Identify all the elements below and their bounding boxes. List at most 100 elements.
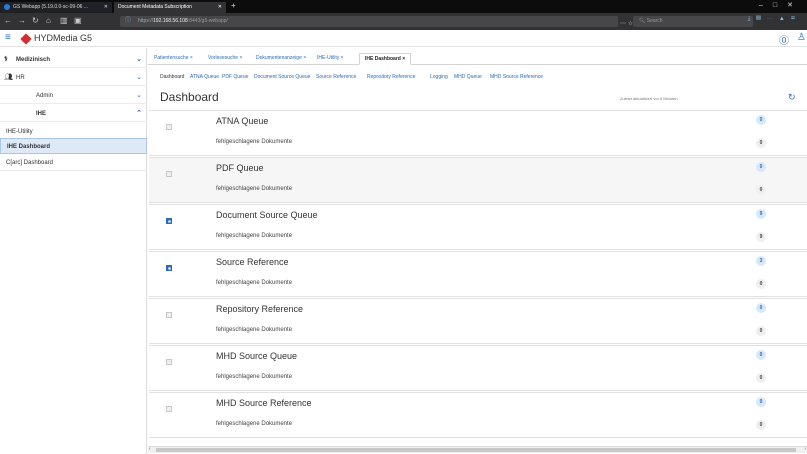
subnav-atna-queue[interactable]: ATNA Queue — [190, 74, 219, 80]
subnav-source-reference[interactable]: Source Reference — [316, 74, 356, 80]
sidebar-item-ihe-dashboard[interactable]: IHE Dashboard — [0, 138, 147, 154]
subnav-logging[interactable]: Logging — [430, 74, 448, 80]
expand-checkbox[interactable] — [166, 171, 172, 177]
tab-ihe-utility[interactable]: IHE-Utility × — [315, 53, 346, 65]
sidebar-item-admin[interactable]: Admin ⌄ — [0, 88, 147, 104]
tab-dokumentenanzeige[interactable]: Dokumentenanzeige × — [254, 53, 308, 65]
failed-count-badge: 9 — [756, 232, 766, 242]
reload-icon[interactable]: ↻ — [32, 16, 39, 25]
scroll-right-icon[interactable]: › — [804, 446, 806, 452]
count-badge: 9 — [756, 209, 766, 219]
card-subtitle: fehlgeschlagene Dokumente — [216, 327, 293, 333]
help-icon[interactable]: ⓪ — [779, 32, 789, 47]
chevron-down-icon: ⌄ — [136, 92, 142, 99]
users-icon: 👥︎ — [4, 74, 13, 81]
window-controls[interactable]: –□✕ — [759, 1, 803, 9]
search-placeholder: Search — [646, 18, 663, 24]
forward-icon[interactable]: → — [18, 16, 26, 25]
card-subtitle: fehlgeschlagene Dokumente — [216, 374, 293, 380]
browser-tab-label: GS Webapp (5.19.0.0-sc-09-06 ... — [13, 4, 88, 10]
tab-ihe-dashboard[interactable]: IHE Dashboard × — [359, 53, 412, 65]
browser-navbar: ← → ↻ ⌂ ▥ ▣ ⓘ https://192.168.56.108:844… — [0, 13, 807, 30]
sidebar-item-label: IHE Dashboard — [7, 144, 51, 150]
hamburger-menu-icon[interactable]: ≡ — [5, 33, 11, 43]
card-title: MHD Source Queue — [216, 351, 298, 361]
queue-card-pdf: PDF Queue fehlgeschlagene Dokumente 0 0 — [149, 157, 807, 203]
subnav-mhd-source-reference[interactable]: MHD Source Reference — [490, 74, 543, 80]
scroll-left-icon[interactable]: ‹ — [149, 446, 151, 452]
count-badge: 0 — [756, 303, 766, 313]
lock-icon: ⓘ — [125, 18, 132, 24]
card-title: ATNA Queue — [216, 116, 269, 126]
failed-count-badge: 0 — [756, 326, 766, 336]
url-path: :8443/g5-webapp/ — [187, 18, 228, 24]
queue-card-mhd-source-reference: MHD Source Reference fehlgeschlagene Dok… — [149, 392, 807, 438]
extension-icon[interactable]: ▣ — [74, 16, 82, 25]
subnav-mhd-queue[interactable]: MHD Queue — [454, 74, 482, 80]
sidebar-item-label: IHE — [36, 111, 47, 117]
refresh-icon[interactable]: ↻ — [788, 92, 796, 103]
back-icon[interactable]: ← — [4, 16, 12, 25]
sidebar-item-label: Medizinisch — [16, 57, 51, 63]
queue-card-repository-reference: Repository Reference fehlgeschlagene Dok… — [149, 298, 807, 344]
home-icon[interactable]: ⌂ — [46, 16, 51, 25]
card-subtitle: fehlgeschlagene Dokumente — [216, 139, 293, 145]
expand-checkbox[interactable] — [166, 124, 172, 130]
tab-vorlesesuche[interactable]: Vorlesesuche × — [206, 53, 244, 65]
library-icon[interactable]: ▥ — [60, 16, 68, 25]
subnav-document-source-queue[interactable]: Document Source Queue — [254, 74, 310, 80]
expand-checkbox[interactable] — [166, 406, 172, 412]
count-badge: 0 — [756, 397, 766, 407]
horizontal-scrollbar[interactable]: ‹ › — [148, 446, 807, 453]
app-header: ≡ HYDMedia G5 ⓪ ♙ — [0, 30, 807, 47]
sidebar: ⚕ Medizinisch ⌄ 👥︎ HR ⌄ Admin ⌄ IHE ⌃ IH… — [0, 48, 147, 454]
browser-tab-metadata[interactable]: Document Metadata Subscription ✕ — [114, 2, 226, 13]
url-host: 192.168.56.108 — [153, 18, 188, 24]
failed-count-badge: 0 — [756, 420, 766, 430]
subnav-repository-reference[interactable]: Repository Reference — [367, 74, 415, 80]
count-badge: 3 — [756, 256, 766, 266]
sidebar-item-carc-dashboard[interactable]: C[arc] Dashboard — [0, 155, 147, 171]
search-input[interactable]: 🔍︎ Search — [633, 16, 753, 27]
card-title: PDF Queue — [216, 163, 264, 173]
favicon-icon — [4, 3, 10, 10]
url-bar[interactable]: ⓘ https://192.168.56.108:8443/g5-webapp/… — [120, 16, 633, 27]
page-title: Dashboard — [160, 90, 219, 104]
queue-card-source-reference: Source Reference fehlgeschlagene Dokumen… — [149, 251, 807, 297]
subnav-dashboard[interactable]: Dashboard — [160, 74, 184, 80]
sidebar-item-label: C[arc] Dashboard — [6, 160, 54, 166]
tab-patientensuche[interactable]: Patientensuche × — [152, 53, 195, 65]
scrollbar-thumb[interactable] — [156, 448, 796, 452]
chevron-down-icon: ⌄ — [136, 74, 142, 81]
expand-checkbox[interactable] — [166, 312, 172, 318]
toolbar-icons[interactable]: ⤓▥⋯▲✉ — [748, 16, 801, 23]
new-tab-icon[interactable]: + — [231, 1, 236, 10]
queue-card-document-source: Document Source Queue fehlgeschlagene Do… — [149, 204, 807, 250]
sidebar-item-label: Admin — [36, 93, 54, 99]
search-icon: 🔍︎ — [639, 18, 646, 24]
sidebar-item-label: IHE-Utility — [6, 129, 33, 135]
sidebar-item-medizinisch[interactable]: ⚕ Medizinisch ⌄ — [0, 52, 147, 68]
subnav-pdf-queue[interactable]: PDF Queue — [222, 74, 248, 80]
count-badge: 0 — [756, 350, 766, 360]
close-icon[interactable]: ✕ — [218, 2, 222, 13]
bookmark-star-icon[interactable]: ⋯ ☆ — [620, 19, 633, 30]
expand-checkbox[interactable] — [166, 265, 172, 271]
expand-checkbox[interactable] — [166, 359, 172, 365]
chevron-down-icon: ⌄ — [136, 56, 142, 63]
failed-count-badge: 0 — [756, 138, 766, 148]
browser-tab-g5-webapp[interactable]: GS Webapp (5.19.0.0-sc-09-06 ... ✕ — [0, 2, 112, 13]
close-icon[interactable]: ✕ — [104, 2, 108, 13]
card-title: Document Source Queue — [216, 210, 318, 220]
card-title: Repository Reference — [216, 304, 304, 314]
browser-tab-label: Document Metadata Subscription — [118, 4, 192, 10]
expand-checkbox[interactable] — [166, 218, 172, 224]
user-icon[interactable]: ♙ — [797, 32, 806, 43]
medical-icon: ⚕ — [4, 56, 8, 63]
browser-tabbar: GS Webapp (5.19.0.0-sc-09-06 ... ✕ Docum… — [0, 0, 807, 13]
sidebar-item-hr[interactable]: 👥︎ HR ⌄ — [0, 70, 147, 86]
card-title: MHD Source Reference — [216, 398, 312, 408]
sidebar-item-ihe[interactable]: IHE ⌃ — [0, 106, 147, 122]
sidebar-item-label: HR — [16, 75, 25, 81]
card-title: Source Reference — [216, 257, 289, 267]
